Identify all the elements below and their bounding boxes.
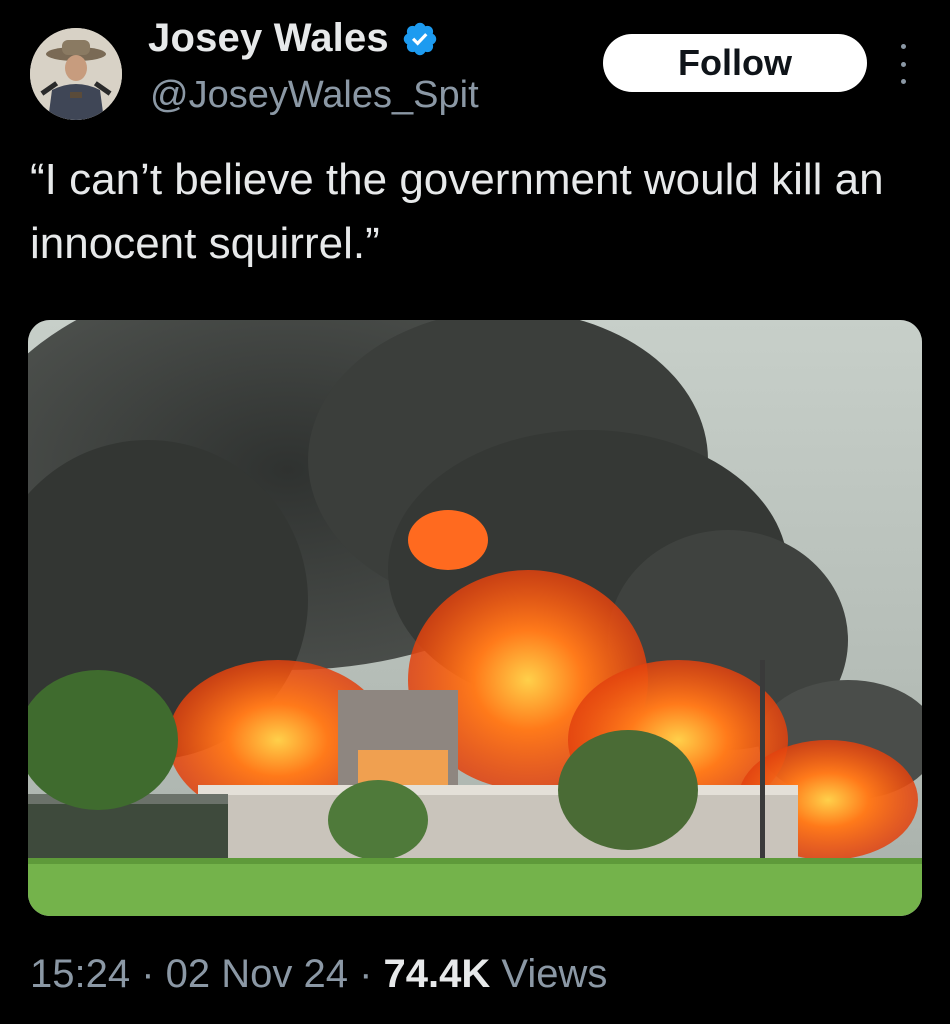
follow-button[interactable]: Follow (603, 34, 867, 92)
tweet-text: “I can’t believe the government would ki… (30, 155, 884, 268)
views-label: Views (490, 952, 608, 996)
meta-separator: · (348, 952, 384, 996)
author-name-row: Josey Wales (148, 16, 439, 61)
tweet-time[interactable]: 15:24 (30, 952, 130, 996)
author-display-name[interactable]: Josey Wales (148, 16, 389, 61)
verified-badge-icon (401, 20, 439, 58)
meta-separator: · (130, 952, 166, 996)
avatar-image (30, 28, 122, 120)
avatar[interactable] (30, 28, 122, 120)
tweet-meta: 15:24 · 02 Nov 24 · 74.4K Views (30, 952, 607, 997)
tweet-photo[interactable] (28, 320, 922, 916)
more-vertical-icon[interactable] (893, 44, 913, 84)
burning-building-photo (28, 320, 922, 916)
author-handle[interactable]: @JoseyWales_Spit (150, 74, 479, 117)
tweet-date[interactable]: 02 Nov 24 (166, 952, 348, 996)
views-count[interactable]: 74.4K (384, 952, 491, 996)
